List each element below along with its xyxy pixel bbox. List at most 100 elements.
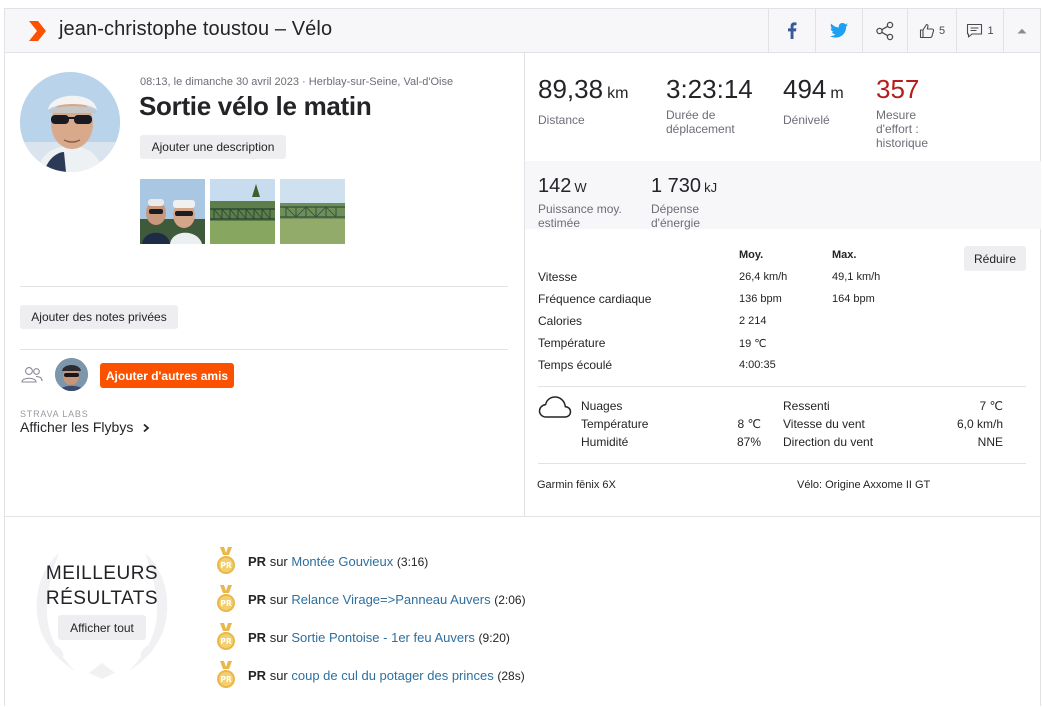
detail-row-avg: 19 ℃ — [739, 338, 767, 350]
moving-time-value: 3:23:14 — [666, 74, 753, 104]
pr-medal-icon: PR — [217, 623, 235, 650]
activity-date-location: 08:13, le dimanche 30 avril 2023 · Herbl… — [140, 76, 454, 88]
energy-value: 1 730 — [651, 175, 702, 197]
kudos-thumb-icon — [919, 23, 935, 38]
bike-name[interactable]: Vélo: Origine Axxome II GT — [797, 479, 930, 491]
pr-medal-icon: PR — [217, 661, 235, 688]
comments-button[interactable]: 1 — [956, 9, 1003, 52]
detail-row-avg: 2 214 — [739, 315, 767, 327]
twitter-share-button[interactable] — [815, 9, 862, 52]
twitter-icon — [830, 23, 848, 38]
kudos-button[interactable]: 5 — [907, 9, 956, 52]
stat-relative-effort[interactable]: 357 Mesure d'effort : historique — [876, 75, 946, 150]
pr-time: (9:20) — [478, 630, 510, 645]
elevation-label: Dénivelé — [783, 113, 830, 127]
photo-thumbnail[interactable] — [140, 179, 205, 244]
column-header-avg: Moy. — [739, 249, 764, 261]
divider — [20, 349, 508, 350]
moving-time-label: Durée de déplacement — [666, 108, 735, 136]
power-unit: W — [574, 180, 587, 195]
detail-row-label: Temps écoulé — [538, 358, 613, 372]
photo-landscape — [280, 179, 345, 244]
strava-labs-tag: STRAVA LABS — [20, 409, 89, 419]
facebook-icon — [788, 22, 797, 39]
detail-row-label: Fréquence cardiaque — [538, 292, 652, 306]
pr-row: PR PR sur coup de cul du potager des pri… — [215, 661, 525, 689]
weather-temp-value: 8 ℃ — [737, 417, 761, 431]
pr-medal-text: PR — [220, 637, 231, 646]
pr-time: (3:16) — [396, 554, 429, 569]
detail-row-label: Température — [538, 336, 606, 350]
flyby-label: Afficher les Flybys — [20, 419, 134, 435]
athlete-activity-title[interactable]: jean-christophe toustou – Vélo — [59, 18, 332, 41]
segment-link[interactable]: Relance Virage=>Panneau Auvers — [291, 592, 490, 607]
facebook-share-button[interactable] — [768, 9, 815, 52]
pr-time: (2:06) — [494, 592, 526, 607]
pr-medal-text: PR — [220, 561, 231, 570]
best-efforts-section: MEILLEURS RÉSULTATS Afficher tout PR PR … — [5, 516, 1040, 707]
activity-stats: 89,38 km Distance 3:23:14 Durée de déplac… — [524, 53, 1041, 516]
best-efforts-title-line: RÉSULTATS — [45, 588, 159, 609]
distance-label: Distance — [538, 113, 585, 127]
activity-summary: 08:13, le dimanche 30 avril 2023 · Herbl… — [5, 53, 524, 516]
detail-row-avg: 26,4 km/h — [739, 271, 788, 283]
photo-bridge — [210, 179, 275, 244]
segment-link[interactable]: Montée Gouvieux — [291, 554, 393, 569]
activity-page: jean-christophe toustou – Vélo 5 1 08:13… — [4, 8, 1041, 706]
add-description-button[interactable]: Ajouter une description — [140, 135, 286, 159]
detail-row-max: 164 bpm — [832, 293, 875, 305]
stat-elevation: 494 m Dénivelé — [783, 75, 844, 127]
segment-link[interactable]: Sortie Pontoise - 1er feu Auvers — [291, 630, 475, 645]
pr-prefix: sur — [269, 629, 288, 645]
kudos-count: 5 — [938, 24, 946, 37]
friend-avatar[interactable] — [55, 358, 88, 391]
athlete-photo — [20, 72, 120, 172]
friends-icon — [21, 367, 43, 383]
friend-photo — [55, 358, 88, 391]
add-friends-button[interactable]: Ajouter d'autres amis — [100, 363, 234, 388]
reduce-button[interactable]: Réduire — [964, 246, 1026, 271]
collapse-header-button[interactable] — [1003, 9, 1040, 52]
comment-icon — [967, 23, 983, 38]
chevron-right-icon — [143, 423, 150, 433]
best-efforts-title: MEILLEURS RÉSULTATS — [19, 561, 185, 611]
energy-unit: kJ — [704, 180, 718, 195]
segment-link[interactable]: coup de cul du potager des princes — [291, 668, 493, 683]
detail-row-avg: 136 bpm — [739, 293, 782, 305]
power-band: 142 W Puissance moy. estimée 1 730 kJ Dépe… — [525, 161, 1041, 230]
pr-badge: PR — [248, 667, 267, 683]
show-all-button[interactable]: Afficher tout — [58, 615, 146, 640]
effort-label: Mesure d'effort : historique — [876, 108, 929, 150]
column-header-max: Max. — [832, 249, 857, 261]
energy-label: Dépense d'énergie — [651, 202, 700, 230]
photo-thumbnail[interactable] — [280, 179, 345, 244]
weather-humidity-label: Humidité — [581, 435, 629, 449]
comment-count: 1 — [987, 24, 994, 37]
pr-badge: PR — [248, 591, 267, 607]
weather-feels-label: Ressenti — [783, 399, 830, 413]
power-label: Puissance moy. estimée — [538, 202, 622, 230]
share-icon — [876, 21, 894, 40]
stat-power: 142 W Puissance moy. estimée — [538, 175, 634, 230]
weather-wind-dir-label: Direction du vent — [783, 435, 874, 449]
flyby-link[interactable]: Afficher les Flybys — [20, 419, 151, 435]
athlete-avatar[interactable] — [20, 72, 120, 172]
weather-wind-dir-value: NNE — [977, 435, 1003, 449]
add-private-notes-button[interactable]: Ajouter des notes privées — [20, 305, 178, 329]
pr-prefix: sur — [269, 591, 288, 607]
pr-badge: PR — [248, 553, 267, 569]
device-name: Garmin fēnix 6X — [537, 479, 616, 491]
stat-distance: 89,38 km Distance — [538, 75, 628, 127]
detail-row-label: Calories — [538, 314, 583, 328]
pr-row: PR PR sur Sortie Pontoise - 1er feu Auve… — [215, 623, 510, 651]
stat-moving-time: 3:23:14 Durée de déplacement — [666, 75, 766, 136]
activity-header-bar: jean-christophe toustou – Vélo 5 1 — [5, 9, 1040, 53]
cloud-icon — [538, 396, 572, 418]
share-button[interactable] — [862, 9, 907, 52]
pr-medal-icon: PR — [217, 585, 235, 612]
detail-row-avg: 4:00:35 — [739, 359, 776, 371]
photo-thumbnail[interactable] — [210, 179, 275, 244]
pr-row: PR PR sur Montée Gouvieux (3:16) — [215, 547, 428, 575]
pr-prefix: sur — [269, 553, 288, 569]
weather-wind-speed-value: 6,0 km/h — [956, 417, 1003, 431]
